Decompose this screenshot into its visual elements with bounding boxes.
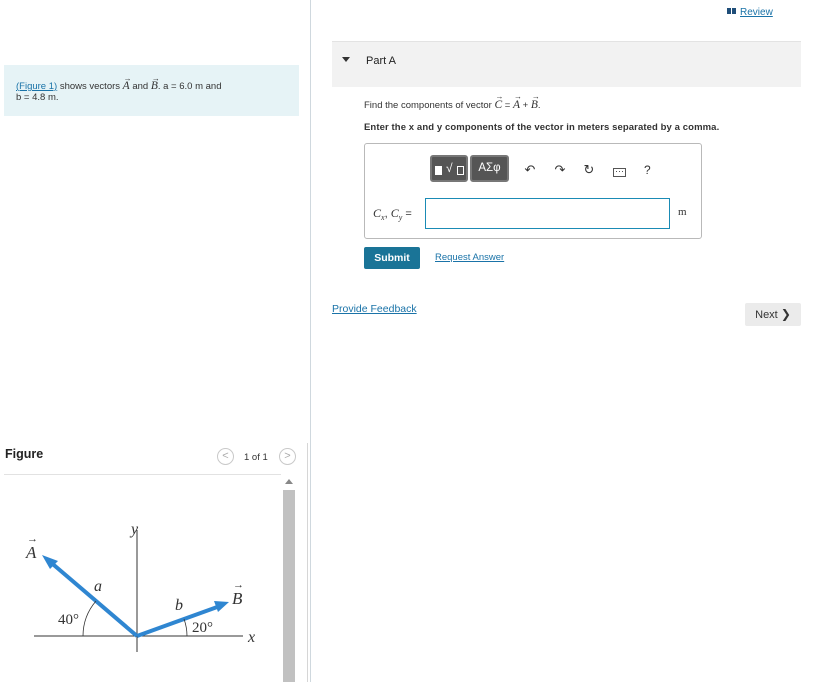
figure-divider (4, 474, 281, 475)
figure-panel-edge (307, 443, 308, 682)
x-axis-label: x (247, 629, 255, 646)
answer-label: Cx, Cy = (373, 206, 412, 223)
figure-page-count: 1 of 1 (244, 452, 268, 463)
question-text: Find the components of vector → C = → A + … (364, 92, 541, 111)
next-figure-button[interactable]: > (279, 448, 296, 465)
help-icon[interactable]: ? (644, 163, 651, 177)
provide-feedback-link[interactable]: Provide Feedback (332, 303, 417, 315)
submit-button[interactable]: Submit (364, 247, 420, 269)
vector-figure: y x A → B → a b 40° 20° (25, 521, 255, 652)
review-link[interactable]: Review (727, 6, 773, 18)
intro-and: and (132, 81, 149, 92)
templates-button[interactable]: √ (430, 155, 468, 182)
review-icon (727, 6, 737, 14)
column-divider (310, 0, 311, 682)
intro-b-value: b = 4.8 m. (16, 92, 59, 103)
y-axis-label: y (129, 521, 139, 538)
part-a-header[interactable] (332, 42, 801, 87)
vector-b-head (214, 601, 229, 612)
intro-a-value: . a = 6.0 m and (157, 81, 222, 92)
greek-symbols-button[interactable]: ΑΣφ (470, 155, 509, 182)
figure-scrollbar-thumb[interactable] (283, 490, 295, 682)
intro-text: shows vectors (59, 81, 121, 92)
angle-arc-b (183, 618, 188, 637)
radical-icon: √ (446, 161, 453, 175)
angle-arc-a (82, 600, 97, 637)
template-box-icon (457, 166, 464, 175)
answer-input[interactable] (425, 198, 670, 229)
intro-vec-b: → B (150, 74, 160, 92)
angle-b-label: 20° (192, 620, 213, 636)
vector-b-label: B (232, 589, 243, 608)
vector-b-arrow-mark: → (233, 579, 244, 591)
reset-icon[interactable]: ↻ (581, 162, 597, 178)
answer-unit: m (678, 206, 687, 218)
vector-a-arrow-mark: → (27, 533, 38, 545)
figure-link[interactable]: (Figure 1) (16, 81, 57, 92)
magnitude-b-label: b (175, 597, 183, 614)
angle-a-label: 40° (58, 612, 79, 628)
scroll-up-arrow-icon[interactable] (285, 479, 293, 484)
left-panel: (Figure 1) shows vectors → A and → B. a = … (0, 0, 310, 682)
magnitude-a-label: a (94, 578, 102, 595)
vector-a-label: A (25, 543, 37, 562)
question-instruction: Enter the x and y components of the vect… (364, 122, 720, 133)
request-answer-link[interactable]: Request Answer (435, 252, 504, 263)
redo-icon[interactable]: ↷ (552, 162, 568, 178)
collapse-caret-icon[interactable] (342, 57, 350, 62)
problem-intro: (Figure 1) shows vectors → A and → B. a = … (4, 65, 299, 116)
prev-figure-button[interactable]: < (217, 448, 234, 465)
keyboard-icon[interactable] (613, 168, 626, 177)
undo-icon[interactable]: ↶ (522, 162, 538, 178)
part-title: Part A (366, 55, 396, 67)
template-square-icon (435, 166, 442, 175)
intro-vec-a: → A (122, 74, 132, 92)
chevron-right-icon: ❯ (780, 307, 791, 321)
next-button[interactable]: Next ❯ (745, 303, 801, 326)
figure-header: Figure (5, 447, 44, 461)
